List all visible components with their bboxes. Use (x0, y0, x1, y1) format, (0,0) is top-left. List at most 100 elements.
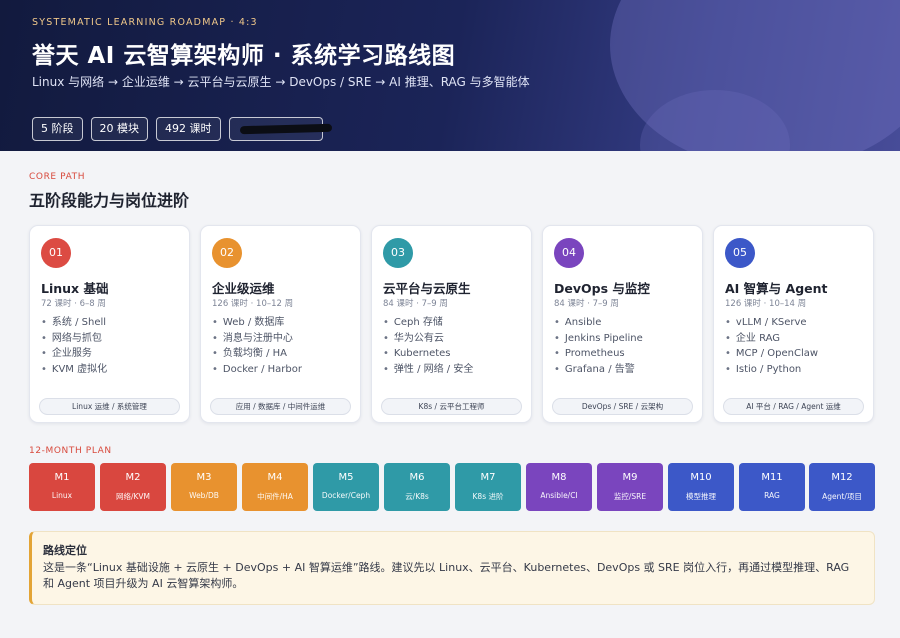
stage-number-badge: 02 (212, 238, 242, 268)
stage-role-tag: K8s / 云平台工程师 (381, 398, 522, 415)
month-code: M9 (622, 472, 638, 483)
stage-topic: 弹性 / 网络 / 安全 (383, 362, 473, 378)
stage-topic: Ceph 存储 (383, 315, 473, 331)
stage-meta: 126 课时 · 10–12 周 (212, 299, 294, 309)
core-path-title: 五阶段能力与岗位进阶 (29, 191, 190, 210)
month-block-3: M3 Web/DB (171, 463, 237, 511)
stage-topic: 网络与抓包 (41, 331, 107, 347)
month-label: 中间件/HA (257, 492, 293, 501)
month-block-5: M5 Docker/Ceph (313, 463, 379, 511)
stage-topic-list: Web / 数据库 消息与注册中心 负载均衡 / HA Docker / Har… (212, 315, 302, 377)
month-block-1: M1 Linux (29, 463, 95, 511)
month-block-12: M12 Agent/项目 (809, 463, 875, 511)
stage-card-4: 04 DevOps 与监控 84 课时 · 7–9 周 Ansible Jenk… (542, 225, 703, 423)
stage-topic: Grafana / 告警 (554, 362, 643, 378)
month-label: 模型推理 (686, 492, 716, 501)
page-subtitle: Linux 与网络 → 企业运维 → 云平台与云原生 → DevOps / SR… (32, 75, 530, 89)
pill-redacted (228, 117, 332, 141)
stage-topic-list: 系统 / Shell 网络与抓包 企业服务 KVM 虚拟化 (41, 315, 107, 377)
header-eyebrow: SYSTEMATIC LEARNING ROADMAP · 4:3 (32, 17, 258, 28)
month-code: M10 (690, 472, 712, 483)
stage-topic: Web / 数据库 (212, 315, 302, 331)
stage-topic: 负载均衡 / HA (212, 346, 302, 362)
month-label: Ansible/CI (540, 491, 578, 500)
stage-card-1: 01 Linux 基础 72 课时 · 6–8 周 系统 / Shell 网络与… (29, 225, 190, 423)
stage-topic: MCP / OpenClaw (725, 346, 818, 362)
month-code: M6 (409, 472, 425, 483)
redaction-bar (239, 123, 332, 135)
month-label: K8s 进阶 (472, 492, 504, 501)
stage-role-tag: Linux 运维 / 系统管理 (39, 398, 180, 415)
stage-topic: Jenkins Pipeline (554, 331, 643, 347)
note-text: 这是一条“Linux 基础设施 + 云原生 + DevOps + AI 智算运维… (43, 561, 850, 590)
month-label: Linux (51, 491, 73, 500)
month-label: 云/K8s (405, 492, 429, 501)
stage-role-tag: AI 平台 / RAG / Agent 运维 (723, 398, 864, 415)
month-label: 监控/SRE (613, 492, 647, 501)
note-title: 路线定位 (43, 544, 87, 557)
stage-topic: Kubernetes (383, 346, 473, 362)
month-block-10: M10 模型推理 (668, 463, 734, 511)
stage-topic-list: Ceph 存储 华为公有云 Kubernetes 弹性 / 网络 / 安全 (383, 315, 473, 377)
stage-number-badge: 03 (383, 238, 413, 268)
stage-title: Linux 基础 (41, 281, 109, 296)
stage-number-badge: 01 (41, 238, 71, 268)
pill-hours: 492 课时 (156, 117, 221, 141)
stage-meta: 84 课时 · 7–9 周 (554, 299, 619, 309)
stage-topic: Ansible (554, 315, 643, 331)
month-label: Web/DB (189, 491, 219, 500)
stage-number-badge: 04 (554, 238, 584, 268)
month-code: M7 (480, 472, 496, 483)
stage-topic: 消息与注册中心 (212, 331, 302, 347)
summary-pills: 5 阶段 20 模块 492 课时 (32, 117, 332, 141)
stage-topic: Prometheus (554, 346, 643, 362)
stage-topic: 华为公有云 (383, 331, 473, 347)
month-label: 网络/KVM (115, 492, 151, 501)
stage-topic: vLLM / KServe (725, 315, 818, 331)
stage-card-5: 05 AI 智算与 Agent 126 课时 · 10–14 周 vLLM / … (713, 225, 874, 423)
stage-title: 企业级运维 (212, 281, 275, 296)
stage-number-badge: 05 (725, 238, 755, 268)
stage-cards: 01 Linux 基础 72 课时 · 6–8 周 系统 / Shell 网络与… (29, 225, 875, 423)
core-path-eyebrow: CORE PATH (29, 172, 86, 182)
month-code: M4 (267, 472, 283, 483)
stage-meta: 126 课时 · 10–14 周 (725, 299, 807, 309)
stage-role-tag: DevOps / SRE / 云架构 (552, 398, 693, 415)
stage-topic-list: Ansible Jenkins Pipeline Prometheus Graf… (554, 315, 643, 377)
month-block-6: M6 云/K8s (384, 463, 450, 511)
stage-topic: Docker / Harbor (212, 362, 302, 378)
stage-card-3: 03 云平台与云原生 84 课时 · 7–9 周 Ceph 存储 华为公有云 K… (371, 225, 532, 423)
month-block-9: M9 监控/SRE (597, 463, 663, 511)
stage-title: DevOps 与监控 (554, 281, 650, 296)
month-label: RAG (764, 491, 780, 500)
month-plan: M1 Linux M2 网络/KVM M3 Web/DB M4 中间件/HA M5 Doc… (29, 463, 875, 511)
page-title: 誉天 AI 云智算架构师 · 系统学习路线图 (32, 43, 456, 69)
stage-title: AI 智算与 Agent (725, 281, 828, 296)
month-block-4: M4 中间件/HA (242, 463, 308, 511)
month-block-8: M8 Ansible/CI (526, 463, 592, 511)
month-code: M1 (54, 472, 70, 483)
month-code: M11 (761, 472, 783, 483)
month-code: M8 (551, 472, 567, 483)
month-code: M12 (831, 472, 853, 483)
stage-card-2: 02 企业级运维 126 课时 · 10–12 周 Web / 数据库 消息与注… (200, 225, 361, 423)
stage-meta: 72 课时 · 6–8 周 (41, 299, 106, 309)
month-code: M5 (338, 472, 354, 483)
stage-topic: 系统 / Shell (41, 315, 107, 331)
plan-eyebrow: 12-MONTH PLAN (29, 446, 112, 456)
stage-title: 云平台与云原生 (383, 281, 471, 296)
month-label: Agent/项目 (822, 492, 862, 501)
month-block-11: M11 RAG (739, 463, 805, 511)
route-positioning-note: 路线定位 这是一条“Linux 基础设施 + 云原生 + DevOps + AI… (29, 531, 875, 605)
stage-meta: 84 课时 · 7–9 周 (383, 299, 448, 309)
month-label: Docker/Ceph (321, 491, 371, 500)
month-block-2: M2 网络/KVM (100, 463, 166, 511)
month-block-7: M7 K8s 进阶 (455, 463, 521, 511)
stage-topic: Istio / Python (725, 362, 818, 378)
stage-topic: 企业 RAG (725, 331, 818, 347)
hero-header: SYSTEMATIC LEARNING ROADMAP · 4:3 誉天 AI … (0, 0, 900, 151)
month-code: M3 (196, 472, 212, 483)
stage-topic-list: vLLM / KServe 企业 RAG MCP / OpenClaw Isti… (725, 315, 818, 377)
pill-modules: 20 模块 (90, 117, 148, 141)
stage-topic: 企业服务 (41, 346, 107, 362)
